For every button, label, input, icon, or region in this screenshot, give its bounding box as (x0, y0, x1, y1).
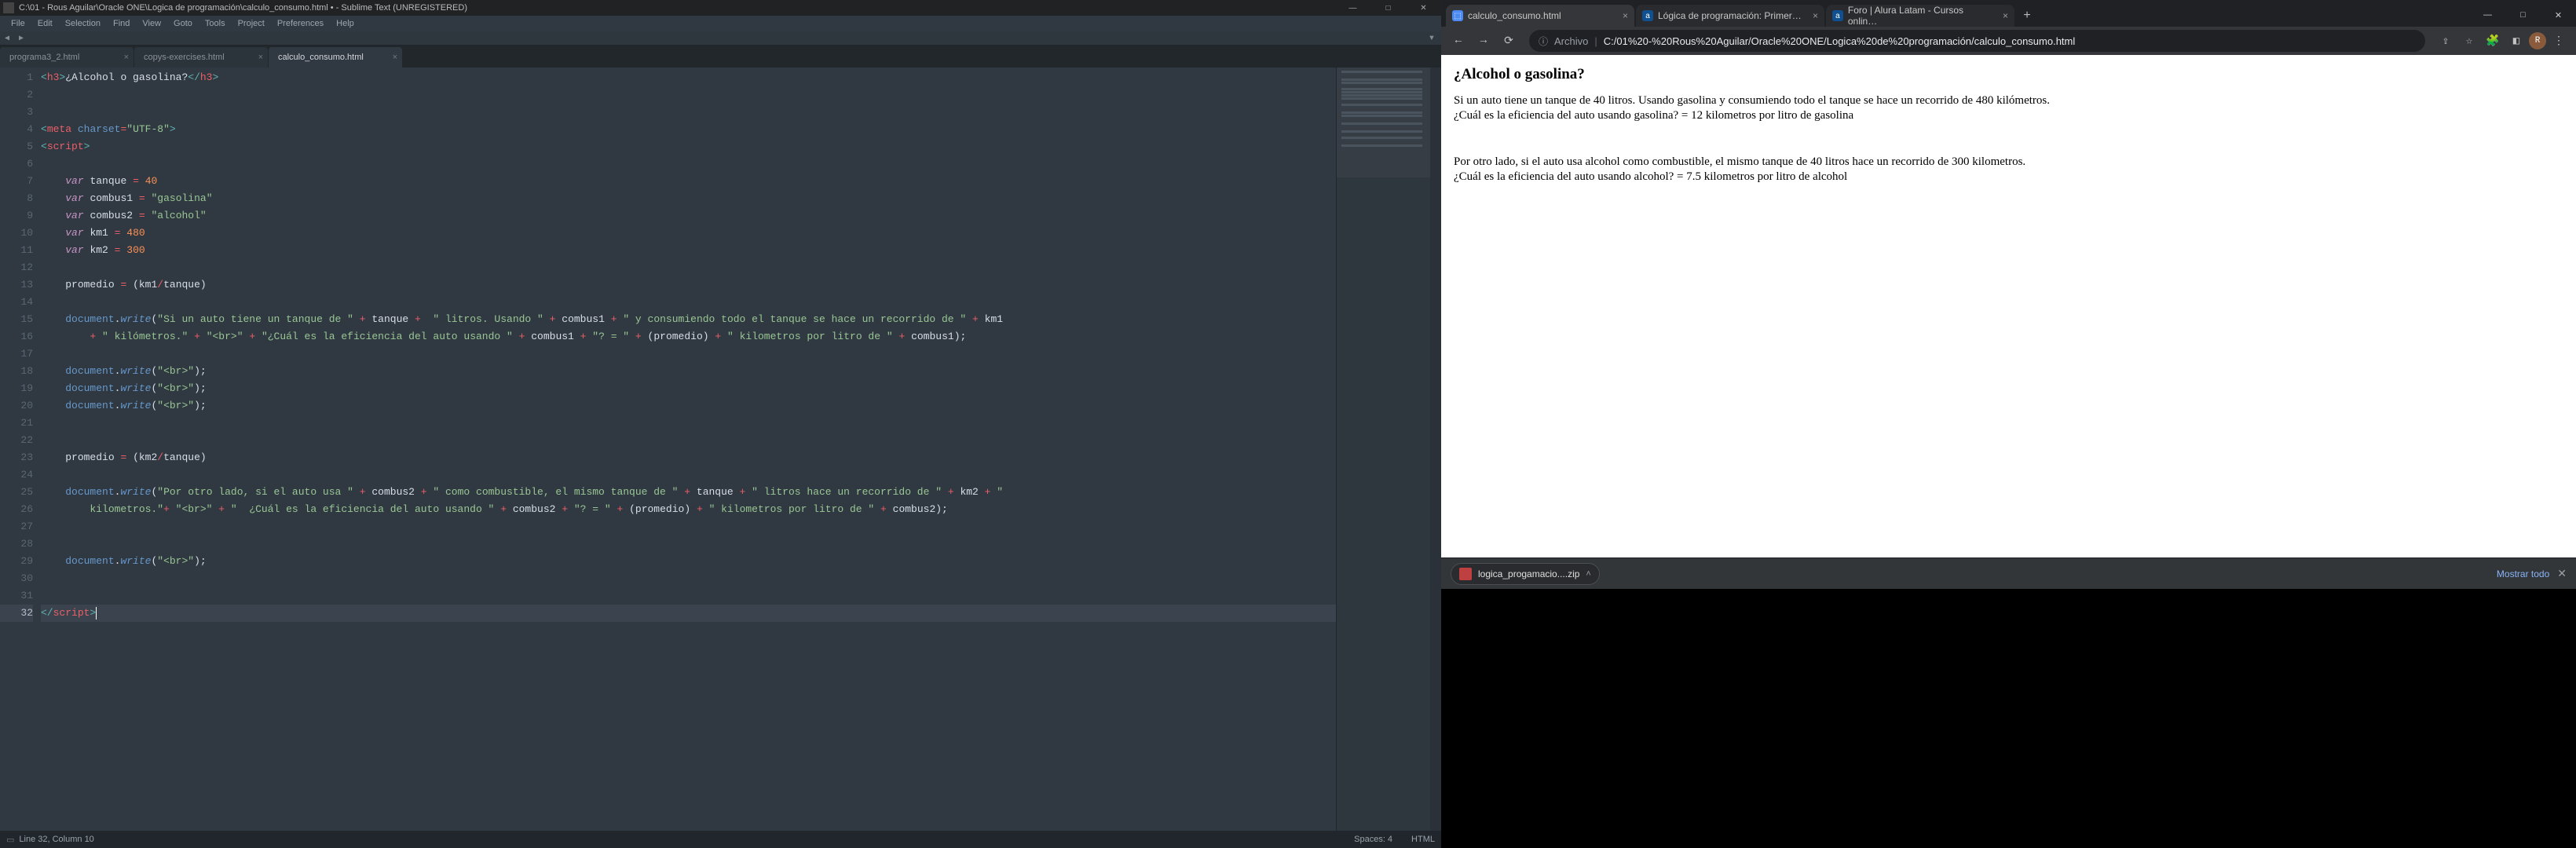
browser-tab-logica[interactable]: a Lógica de programación: Primer… × (1636, 5, 1824, 27)
menu-find[interactable]: Find (107, 17, 136, 30)
page-paragraph: Si un auto tiene un tanque de 40 litros.… (1454, 94, 2563, 108)
tab-label: copys-exercises.html (144, 53, 225, 62)
share-icon[interactable]: ⇪ (2435, 30, 2457, 52)
favicon-icon: a (1642, 10, 1653, 21)
close-icon[interactable]: × (1813, 10, 1818, 21)
close-button[interactable]: ✕ (2541, 3, 2576, 27)
close-icon[interactable]: × (258, 53, 263, 62)
forward-button[interactable]: → (1473, 30, 1495, 52)
tab-label: Foro | Alura Latam - Cursos onlin… (1848, 5, 1994, 27)
close-icon[interactable]: × (393, 53, 397, 62)
back-button[interactable]: ← (1447, 30, 1469, 52)
file-icon (1459, 568, 1472, 580)
chrome-window: ⬚ calculo_consumo.html × a Lógica de pro… (1441, 0, 2576, 848)
menu-tools[interactable]: Tools (199, 17, 232, 30)
favicon-icon: ⬚ (1452, 10, 1463, 21)
panel-switch-icon[interactable]: ▭ (6, 835, 14, 845)
tab-label: Lógica de programación: Primer… (1658, 10, 1802, 21)
browser-tab-foro[interactable]: a Foro | Alura Latam - Cursos onlin… × (1826, 5, 2014, 27)
menu-selection[interactable]: Selection (59, 17, 107, 30)
nav-fwd-icon[interactable]: ▶ (16, 33, 27, 44)
chevron-up-icon[interactable]: ˄ (1586, 569, 1590, 579)
tab-label: calculo_consumo.html (1468, 10, 1561, 21)
browser-tab-strip: ⬚ calculo_consumo.html × a Lógica de pro… (1441, 0, 2576, 27)
separator: | (1594, 35, 1597, 47)
window-titlebar: C:\01 - Rous Aguilar\Oracle ONE\Logica d… (0, 0, 1441, 16)
show-all-downloads[interactable]: Mostrar todo (2497, 568, 2549, 579)
panel-add-icon[interactable]: ▾ (1422, 31, 1441, 45)
black-area (1441, 589, 2576, 848)
nav-back-icon[interactable]: ◀ (2, 33, 13, 44)
close-icon[interactable]: × (1623, 10, 1628, 21)
code-content[interactable]: <h3>¿Alcohol o gasolina?</h3> <meta char… (41, 68, 1336, 831)
window-title: C:\01 - Rous Aguilar\Oracle ONE\Logica d… (19, 3, 467, 13)
side-panel-icon[interactable]: ◧ (2505, 30, 2527, 52)
status-spaces[interactable]: Spaces: 4 (1354, 835, 1392, 844)
tab-label: programa3_2.html (9, 53, 79, 62)
status-syntax[interactable]: HTML (1411, 835, 1435, 844)
minimap[interactable] (1336, 68, 1430, 831)
tab-programa3[interactable]: programa3_2.html × (0, 47, 134, 68)
bookmark-icon[interactable]: ☆ (2458, 30, 2480, 52)
tab-calculo[interactable]: calculo_consumo.html × (269, 47, 402, 68)
download-filename: logica_progamacio....zip (1478, 568, 1579, 579)
profile-avatar[interactable]: R (2529, 32, 2546, 49)
maximize-button[interactable]: □ (1370, 0, 1406, 16)
page-paragraph: ¿Cuál es la eficiencia del auto usando a… (1454, 170, 2563, 184)
page-content: ¿Alcohol o gasolina? Si un auto tiene un… (1441, 55, 2576, 557)
line-gutter: 1234567891011121314151617181920212223242… (0, 68, 41, 831)
status-position: Line 32, Column 10 (19, 835, 93, 844)
minimize-button[interactable]: — (2470, 3, 2505, 27)
new-tab-button[interactable]: + (2016, 5, 2038, 27)
app-icon (3, 2, 14, 13)
close-button[interactable]: ✕ (1406, 0, 1441, 16)
url-scheme-label: Archivo (1554, 35, 1588, 47)
tab-bar: programa3_2.html × copys-exercises.html … (0, 46, 1441, 68)
tab-copys[interactable]: copys-exercises.html × (134, 47, 268, 68)
page-paragraph: ¿Cuál es la eficiencia del auto usando g… (1454, 109, 2563, 122)
status-bar: ▭ Line 32, Column 10 Spaces: 4 HTML (0, 831, 1441, 848)
browser-toolbar: ← → ⟳ ⓘ Archivo | C:/01%20-%20Rous%20Agu… (1441, 27, 2576, 55)
menu-view[interactable]: View (136, 17, 167, 30)
url-text: C:/01%20-%20Rous%20Aguilar/Oracle%20ONE/… (1604, 35, 2076, 47)
menubar: File Edit Selection Find View Goto Tools… (0, 16, 1441, 31)
editor-area[interactable]: 1234567891011121314151617181920212223242… (0, 68, 1441, 831)
sublime-window: C:\01 - Rous Aguilar\Oracle ONE\Logica d… (0, 0, 1441, 848)
menu-edit[interactable]: Edit (31, 17, 59, 30)
download-chip[interactable]: logica_progamacio....zip ˄ (1451, 563, 1600, 585)
maximize-button[interactable]: □ (2505, 3, 2541, 27)
menu-project[interactable]: Project (232, 17, 271, 30)
menu-help[interactable]: Help (330, 17, 360, 30)
browser-tab-calculo[interactable]: ⬚ calculo_consumo.html × (1446, 5, 1634, 27)
panel-row: ◀ ▶ ▾ (0, 31, 1441, 46)
menu-file[interactable]: File (5, 17, 31, 30)
close-icon[interactable]: × (124, 53, 129, 62)
extensions-icon[interactable]: 🧩 (2482, 30, 2504, 52)
vertical-scrollbar[interactable] (1430, 68, 1441, 831)
page-paragraph: Por otro lado, si el auto usa alcohol co… (1454, 155, 2563, 169)
download-bar: logica_progamacio....zip ˄ Mostrar todo … (1441, 557, 2576, 589)
site-info-icon[interactable]: ⓘ (1539, 35, 1548, 48)
page-title: ¿Alcohol o gasolina? (1454, 66, 2563, 83)
favicon-icon: a (1832, 10, 1843, 21)
menu-icon[interactable]: ⋮ (2548, 30, 2570, 52)
reload-button[interactable]: ⟳ (1498, 30, 1520, 52)
tab-label: calculo_consumo.html (278, 53, 364, 62)
menu-goto[interactable]: Goto (167, 17, 199, 30)
minimize-button[interactable]: — (1335, 0, 1370, 16)
menu-preferences[interactable]: Preferences (271, 17, 330, 30)
close-icon[interactable]: × (2003, 10, 2008, 21)
address-bar[interactable]: ⓘ Archivo | C:/01%20-%20Rous%20Aguilar/O… (1529, 30, 2425, 52)
close-icon[interactable]: ✕ (2557, 567, 2567, 580)
